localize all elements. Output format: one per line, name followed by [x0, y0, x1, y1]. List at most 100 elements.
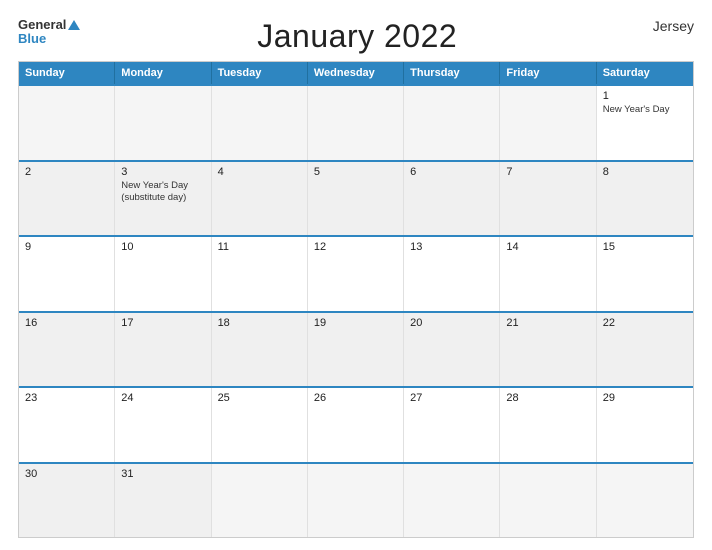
day-number: 10 [121, 241, 204, 253]
logo: General Blue [18, 18, 80, 47]
cal-cell: 11 [212, 237, 308, 311]
cal-cell: 23 [19, 388, 115, 462]
calendar-page: General Blue January 2022 Jersey SundayM… [0, 0, 712, 550]
day-number: 4 [218, 166, 301, 178]
cal-cell: 2 [19, 162, 115, 236]
logo-general-text: General [18, 18, 66, 32]
day-number: 19 [314, 317, 397, 329]
cal-cell: 17 [115, 313, 211, 387]
week-row-2: 2 3 New Year's Day (substitute day) 4 5 6 7 8 [19, 160, 693, 236]
cal-cell: 7 [500, 162, 596, 236]
day-number: 27 [410, 392, 493, 404]
cal-cell: 20 [404, 313, 500, 387]
day-number: 14 [506, 241, 589, 253]
cal-cell: 10 [115, 237, 211, 311]
calendar-header: SundayMondayTuesdayWednesdayThursdayFrid… [19, 62, 693, 84]
header-day-saturday: Saturday [597, 62, 693, 84]
cal-cell: 15 [597, 237, 693, 311]
calendar-title: January 2022 [80, 18, 634, 55]
cal-cell: 19 [308, 313, 404, 387]
country-label: Jersey [634, 18, 694, 34]
cal-cell: 5 [308, 162, 404, 236]
cal-cell: 21 [500, 313, 596, 387]
cal-cell: 1 New Year's Day [597, 86, 693, 160]
cal-cell: 22 [597, 313, 693, 387]
cal-cell: 30 [19, 464, 115, 538]
week-row-4: 16 17 18 19 20 21 22 [19, 311, 693, 387]
day-number: 23 [25, 392, 108, 404]
week-row-1: 1 New Year's Day [19, 84, 693, 160]
logo-blue-text: Blue [18, 32, 46, 46]
day-number: 1 [603, 90, 687, 102]
cal-cell [404, 86, 500, 160]
cal-cell [212, 464, 308, 538]
day-number: 21 [506, 317, 589, 329]
cal-cell [597, 464, 693, 538]
cal-cell [500, 464, 596, 538]
day-number: 31 [121, 468, 204, 480]
cal-cell: 6 [404, 162, 500, 236]
calendar-grid: SundayMondayTuesdayWednesdayThursdayFrid… [18, 61, 694, 538]
day-number: 25 [218, 392, 301, 404]
cal-cell: 29 [597, 388, 693, 462]
day-number: 3 [121, 166, 204, 178]
cal-cell: 16 [19, 313, 115, 387]
cal-cell [500, 86, 596, 160]
day-number: 26 [314, 392, 397, 404]
day-event: New Year's Day (substitute day) [121, 180, 204, 205]
header-day-sunday: Sunday [19, 62, 115, 84]
day-number: 12 [314, 241, 397, 253]
cal-cell: 13 [404, 237, 500, 311]
day-number: 15 [603, 241, 687, 253]
week-row-5: 23 24 25 26 27 28 29 [19, 386, 693, 462]
day-number: 30 [25, 468, 108, 480]
day-number: 16 [25, 317, 108, 329]
day-number: 9 [25, 241, 108, 253]
day-number: 20 [410, 317, 493, 329]
cal-cell: 28 [500, 388, 596, 462]
cal-cell: 3 New Year's Day (substitute day) [115, 162, 211, 236]
header-day-monday: Monday [115, 62, 211, 84]
cal-cell [404, 464, 500, 538]
header-day-wednesday: Wednesday [308, 62, 404, 84]
day-event: New Year's Day [603, 104, 687, 116]
cal-cell: 14 [500, 237, 596, 311]
month-year-heading: January 2022 [80, 18, 634, 55]
cal-cell [308, 464, 404, 538]
cal-cell [19, 86, 115, 160]
cal-cell: 4 [212, 162, 308, 236]
week-row-6: 30 31 [19, 462, 693, 538]
header: General Blue January 2022 Jersey [18, 18, 694, 55]
header-day-tuesday: Tuesday [212, 62, 308, 84]
day-number: 29 [603, 392, 687, 404]
logo-triangle-icon [68, 20, 80, 30]
day-number: 28 [506, 392, 589, 404]
day-number: 22 [603, 317, 687, 329]
day-number: 7 [506, 166, 589, 178]
header-day-thursday: Thursday [404, 62, 500, 84]
day-number: 24 [121, 392, 204, 404]
day-number: 13 [410, 241, 493, 253]
cal-cell: 24 [115, 388, 211, 462]
day-number: 11 [218, 241, 301, 253]
cal-cell [115, 86, 211, 160]
day-number: 6 [410, 166, 493, 178]
cal-cell: 27 [404, 388, 500, 462]
cal-cell [212, 86, 308, 160]
cal-cell: 9 [19, 237, 115, 311]
cal-cell: 8 [597, 162, 693, 236]
cal-cell: 31 [115, 464, 211, 538]
day-number: 2 [25, 166, 108, 178]
day-number: 18 [218, 317, 301, 329]
cal-cell: 18 [212, 313, 308, 387]
day-number: 5 [314, 166, 397, 178]
calendar-body: 1New Year's Day23New Year's Day (substit… [19, 84, 693, 537]
cal-cell [308, 86, 404, 160]
day-number: 17 [121, 317, 204, 329]
week-row-3: 9 10 11 12 13 14 15 [19, 235, 693, 311]
day-number: 8 [603, 166, 687, 178]
cal-cell: 25 [212, 388, 308, 462]
cal-cell: 26 [308, 388, 404, 462]
header-day-friday: Friday [500, 62, 596, 84]
cal-cell: 12 [308, 237, 404, 311]
